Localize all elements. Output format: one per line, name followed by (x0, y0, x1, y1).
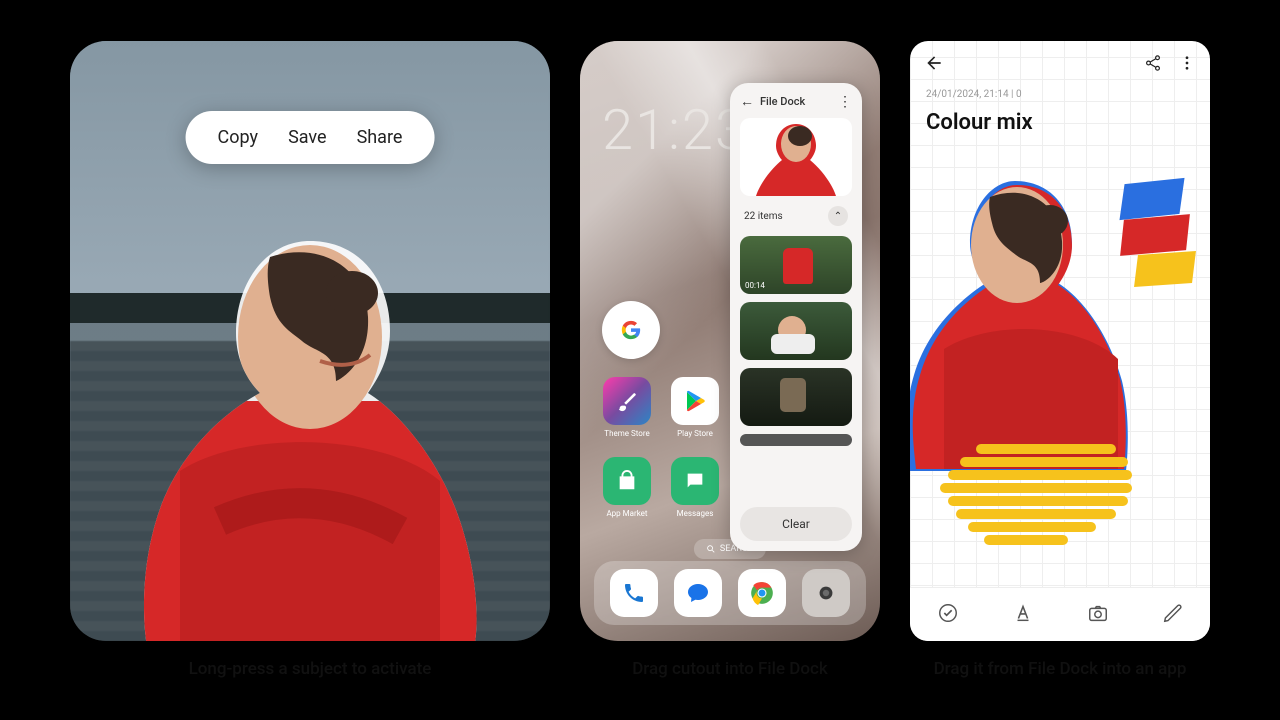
search-icon (706, 544, 716, 554)
share-button[interactable]: Share (357, 127, 403, 148)
filedock-thumb-2[interactable] (740, 302, 852, 360)
camera-tool[interactable] (1087, 602, 1109, 628)
dock-camera[interactable] (802, 569, 850, 617)
play-store-icon (683, 389, 707, 413)
panel-notesapp: 24/01/2024, 21:14 | 0 Colour mix (910, 41, 1210, 679)
panel1-caption: Long-press a subject to activate (189, 659, 432, 679)
copy-button[interactable]: Copy (218, 127, 259, 148)
app-play-store[interactable]: Play Store (670, 377, 720, 438)
app-messages[interactable]: Messages (670, 457, 720, 518)
share-button[interactable] (1144, 54, 1162, 76)
save-button[interactable]: Save (288, 127, 327, 148)
context-menu: Copy Save Share (186, 111, 435, 164)
filedock-thumb-4[interactable] (740, 434, 852, 446)
more-vert-icon (1178, 54, 1196, 72)
app-dock (594, 561, 866, 625)
share-icon (1144, 54, 1162, 72)
checklist-tool[interactable] (937, 602, 959, 628)
pencil-icon (1162, 602, 1184, 624)
note-toolbar (910, 587, 1210, 641)
messages-icon (684, 470, 706, 492)
bag-icon (616, 470, 638, 492)
filedock-thumb-3[interactable] (740, 368, 852, 426)
checklist-icon (937, 602, 959, 624)
filedock-count: 22 items (744, 211, 783, 222)
phone-icon (622, 581, 646, 605)
filedock-cutout-thumb[interactable] (740, 118, 852, 196)
arrow-left-icon (924, 53, 944, 73)
dock-chat[interactable] (674, 569, 722, 617)
panel-filedock: 21:23 Theme Store Play Store App Market (580, 41, 880, 679)
dock-chrome[interactable] (738, 569, 786, 617)
paint-stroke-red (1120, 214, 1190, 256)
panel2-caption: Drag cutout into File Dock (632, 659, 828, 679)
panel3-caption: Drag it from File Dock into an app (934, 659, 1187, 679)
filedock-more-icon[interactable]: ⋮ (838, 94, 852, 110)
camera-outline-icon (1087, 602, 1109, 624)
chat-icon (686, 581, 710, 605)
style-tool[interactable] (1012, 602, 1034, 628)
note-meta: 24/01/2024, 21:14 | 0 (910, 89, 1210, 106)
yellow-scribble (940, 441, 1140, 551)
note-title[interactable]: Colour mix (910, 106, 1210, 143)
dragged-cutout[interactable] (910, 171, 1130, 471)
google-search-widget[interactable] (602, 301, 660, 359)
back-button[interactable] (924, 53, 944, 77)
filedock-title: File Dock (760, 95, 832, 108)
photo-card: Copy Save Share (70, 41, 550, 641)
filedock-thumb-1[interactable]: 00:14 (740, 236, 852, 294)
app-app-market[interactable]: App Market (602, 457, 652, 518)
app-theme-store[interactable]: Theme Store (602, 377, 652, 438)
panel-longpress: Copy Save Share Long-press a subject to … (70, 41, 550, 679)
camera-icon (815, 582, 837, 604)
filedock-collapse[interactable]: ⌃ (828, 206, 848, 226)
cutout-subject[interactable] (120, 221, 500, 641)
clock-time: 21:23 (602, 97, 748, 163)
text-style-icon (1012, 602, 1034, 624)
google-icon (621, 320, 641, 340)
phone-homescreen: 21:23 Theme Store Play Store App Market (580, 41, 880, 641)
notes-app: 24/01/2024, 21:14 | 0 Colour mix (910, 41, 1210, 641)
filedock-back[interactable]: ← (740, 93, 754, 110)
paint-stroke-yellow (1134, 251, 1196, 287)
brush-icon (616, 390, 638, 412)
filedock-clear-button[interactable]: Clear (740, 507, 852, 541)
more-button[interactable] (1178, 54, 1196, 76)
dock-phone[interactable] (610, 569, 658, 617)
file-dock-panel: ← File Dock ⋮ 22 items ⌃ 00:14 (730, 83, 862, 551)
draw-tool[interactable] (1162, 602, 1184, 628)
chrome-icon (749, 580, 775, 606)
